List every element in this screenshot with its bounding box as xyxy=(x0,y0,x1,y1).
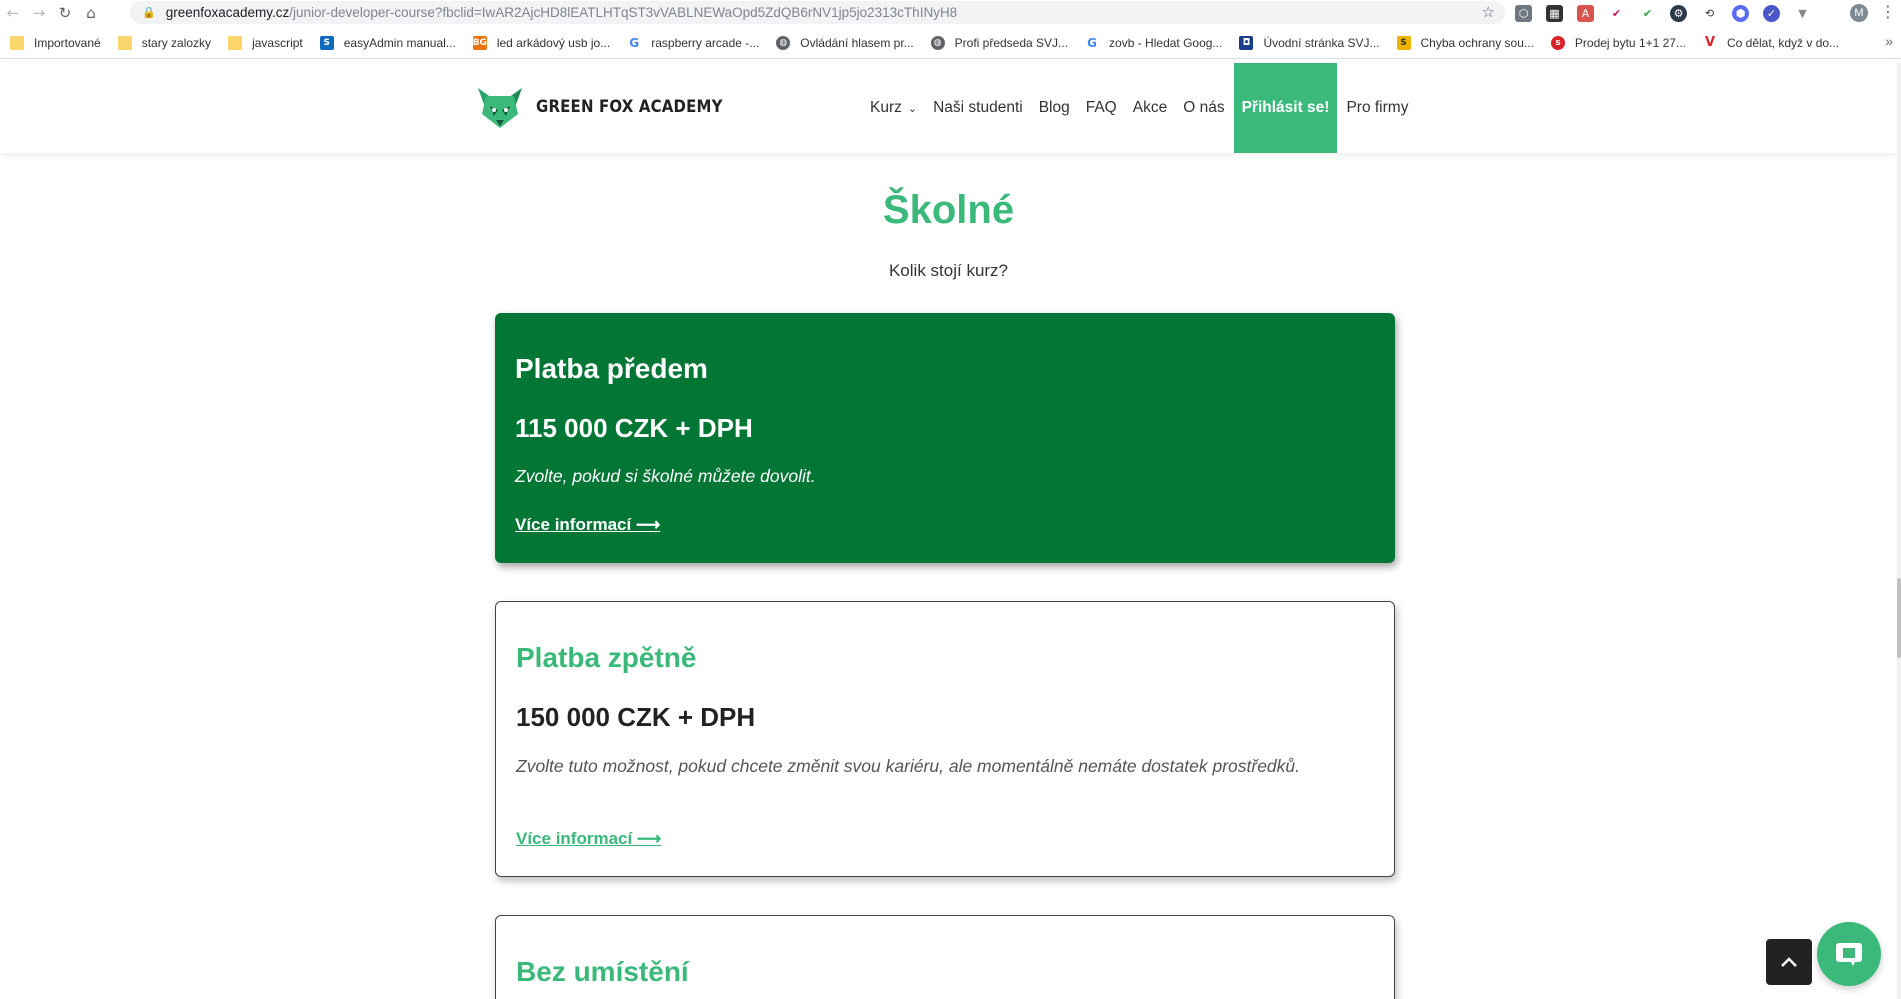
reload-icon[interactable]: ↻ xyxy=(52,0,78,25)
bookmark-item[interactable]: ◘ Úvodní stránka SVJ... xyxy=(1239,35,1380,50)
bookmarks-overflow-icon[interactable]: » xyxy=(1885,33,1893,49)
google-icon: G xyxy=(627,35,642,50)
logo-text: GREEN FOX ACADEMY xyxy=(536,97,723,117)
site-header: GREEN FOX ACADEMY Kurz ⌄ Naši studenti Bl… xyxy=(0,63,1897,153)
bookmarks-bar: Importované stary zalozky javascript Sea… xyxy=(0,27,1901,59)
bookmark-item[interactable]: javascript xyxy=(228,35,303,50)
logo[interactable]: GREEN FOX ACADEMY xyxy=(476,84,748,130)
extension-badge-icon[interactable]: ✓ xyxy=(1763,4,1780,22)
nav-faq[interactable]: FAQ xyxy=(1078,63,1125,153)
profile-avatar[interactable]: M xyxy=(1850,4,1868,22)
extension-gear-icon[interactable]: ⚙ xyxy=(1670,4,1687,22)
fox-logo-icon xyxy=(478,88,522,128)
address-bar[interactable]: 🔒 greenfoxacademy.cz/junior-developer-co… xyxy=(130,1,1505,24)
page-title: Školné xyxy=(882,188,1015,232)
bookmark-item[interactable]: V Co dělat, když v do... xyxy=(1702,35,1840,50)
bookmark-label: Ovládání hlasem pr... xyxy=(800,35,914,50)
bookmark-label: javascript xyxy=(252,35,303,50)
more-info-link[interactable]: Více informací ⟶ xyxy=(516,829,661,849)
folder-icon xyxy=(10,35,24,50)
bookmark-label: stary zalozky xyxy=(141,35,212,50)
bookmark-label: Co dělat, když v do... xyxy=(1726,35,1840,50)
bg-icon: BG xyxy=(472,35,487,50)
bookmark-label: raspberry arcade -... xyxy=(651,35,760,50)
bookmark-item[interactable]: Importované xyxy=(10,35,101,50)
bookmark-star-icon[interactable]: ☆ xyxy=(1482,3,1495,21)
pricing-card-no-placement: Bez umístění xyxy=(495,915,1395,999)
bookmark-label: easyAdmin manual... xyxy=(343,35,456,50)
nav-nasi-studenti[interactable]: Naši studenti xyxy=(925,63,1031,153)
bookmark-label: Profi předseda SVJ... xyxy=(954,35,1069,50)
extensions-area: ⬡ ▦ A ✔ ✔ ⚙ ⟲ ⬢ ✓ ▼ xyxy=(1515,3,1811,23)
bookmark-label: led arkádový usb jo... xyxy=(496,35,611,50)
bookmark-item[interactable]: ◍ Profi předseda SVJ... xyxy=(930,35,1069,50)
card-title: Platba předem xyxy=(515,353,708,384)
nav-pro-firmy[interactable]: Pro firmy xyxy=(1338,63,1416,153)
back-icon[interactable]: ← xyxy=(0,0,26,25)
card-price: 115 000 CZK + DPH xyxy=(515,413,753,443)
folder-icon xyxy=(117,35,132,50)
bookmark-item[interactable]: stary zalozky xyxy=(117,35,212,50)
card-title: Platba zpětně xyxy=(516,642,697,673)
bookmark-item[interactable]: SeasyAdmin manual... xyxy=(319,35,456,50)
folder-icon xyxy=(228,35,243,50)
chevron-up-icon xyxy=(1781,957,1797,967)
apply-button[interactable]: Přihlásit se! xyxy=(1233,63,1338,153)
bookmark-item[interactable]: ◍ Ovládání hlasem pr... xyxy=(776,35,914,50)
globe-icon: ◍ xyxy=(930,35,945,50)
scrollbar-thumb[interactable] xyxy=(1897,578,1901,658)
bookmark-label: Importované xyxy=(34,35,101,50)
lock-icon: 🔒 xyxy=(142,6,156,19)
extension-clapper-icon[interactable]: ▦ xyxy=(1546,4,1563,22)
main-nav: Kurz ⌄ Naši studenti Blog FAQ Akce O nás … xyxy=(862,63,1416,153)
chat-button[interactable] xyxy=(1817,922,1881,986)
home-icon[interactable]: ⌂ xyxy=(78,0,104,25)
bookmark-item[interactable]: S Chyba ochrany sou... xyxy=(1396,35,1534,50)
chevron-down-icon: ⌄ xyxy=(907,101,918,115)
forward-icon[interactable]: → xyxy=(26,0,52,25)
card-description: Zvolte tuto možnost, pokud chcete změnit… xyxy=(516,756,1301,776)
bookmark-item[interactable]: Graspberry arcade -... xyxy=(627,35,760,50)
url-domain: greenfoxacademy.cz xyxy=(165,5,290,20)
card-title: Bez umístění xyxy=(516,956,689,987)
globe-icon: ◍ xyxy=(776,35,791,50)
pricing-card-deferred: Platba zpětně 150 000 CZK + DPH Zvolte t… xyxy=(495,601,1395,877)
extension-check-icon[interactable]: ✔ xyxy=(1639,4,1656,22)
nav-kurz-label: Kurz xyxy=(870,99,902,116)
v-icon: V xyxy=(1702,35,1717,50)
card-price: 150 000 CZK + DPH xyxy=(516,702,756,732)
nav-blog[interactable]: Blog xyxy=(1031,63,1078,153)
extension-pocket-icon[interactable]: ✔ xyxy=(1608,4,1625,22)
bookmark-item[interactable]: Gzovb - Hledat Goog... xyxy=(1085,35,1223,50)
page-subtitle: Kolik stojí kurz? xyxy=(888,261,1009,280)
extension-pdf-icon[interactable]: A xyxy=(1577,4,1594,22)
url-path: /junior-developer-course?fbclid=IwAR2Ajc… xyxy=(289,5,958,20)
scroll-to-top-button[interactable] xyxy=(1766,939,1812,985)
extension-clock-icon[interactable]: ⟲ xyxy=(1701,4,1718,22)
extension-hex-icon[interactable]: ⬢ xyxy=(1732,4,1749,22)
sss-icon: S xyxy=(1396,35,1411,50)
browser-menu-icon[interactable]: ⋮ xyxy=(1880,2,1896,21)
google-icon: G xyxy=(1085,35,1100,50)
extension-vue-icon[interactable]: ▼ xyxy=(1794,4,1811,22)
page-scrollbar[interactable] xyxy=(1897,63,1901,999)
sharepoint-icon: S xyxy=(319,35,334,50)
card-description: Zvolte, pokud si školné můžete dovolit. xyxy=(515,466,816,486)
browser-toolbar: ← → ↻ ⌂ 🔒 greenfoxacademy.cz/junior-deve… xyxy=(0,0,1901,25)
bookmark-label: Prodej bytu 1+1 27... xyxy=(1574,35,1686,50)
sreality-icon: s xyxy=(1550,35,1565,50)
site-icon: ◘ xyxy=(1239,35,1254,50)
nav-kurz[interactable]: Kurz ⌄ xyxy=(862,63,925,153)
bookmark-label: Úvodní stránka SVJ... xyxy=(1263,35,1380,50)
bookmark-item[interactable]: BG led arkádový usb jo... xyxy=(472,35,611,50)
nav-o-nas[interactable]: O nás xyxy=(1175,63,1232,153)
chat-bubble-icon xyxy=(1836,943,1862,966)
extension-cube-icon[interactable]: ⬡ xyxy=(1515,4,1532,22)
bookmark-label: zovb - Hledat Goog... xyxy=(1109,35,1223,50)
bookmark-item[interactable]: s Prodej bytu 1+1 27... xyxy=(1550,35,1686,50)
bookmark-label: Chyba ochrany sou... xyxy=(1420,35,1534,50)
pricing-card-upfront: Platba předem 115 000 CZK + DPH Zvolte, … xyxy=(495,313,1395,563)
more-info-link[interactable]: Více informací ⟶ xyxy=(515,515,660,535)
nav-akce[interactable]: Akce xyxy=(1125,63,1175,153)
